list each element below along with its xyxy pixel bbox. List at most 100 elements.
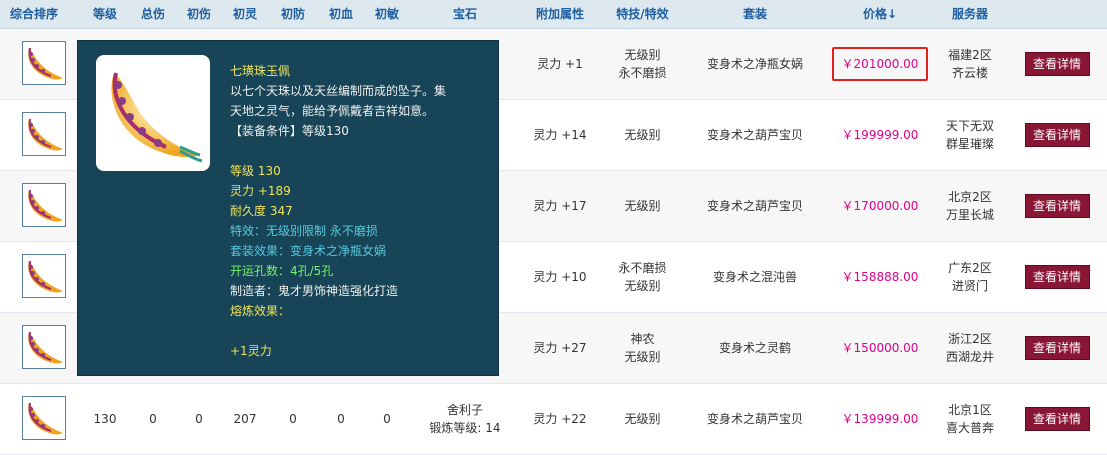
server-name: 齐云楼 [951, 66, 988, 80]
price-value: ￥139999.00 [841, 412, 919, 426]
col-attr: 附加属性 [535, 7, 584, 21]
col-suit: 套装 [742, 7, 767, 21]
cell-effect: 无级别 [600, 171, 685, 241]
col-init-agi: 初敏 [374, 7, 399, 21]
cell-suit: 变身术之灵鹤 [718, 341, 791, 355]
col-effect: 特技/特效 [616, 7, 669, 21]
col-init-def: 初防 [280, 7, 305, 21]
tooltip-line: 开运孔数：4孔/5孔 [230, 264, 334, 278]
cell-price: ￥150000.00 [835, 313, 925, 383]
price-value: ￥170000.00 [841, 199, 919, 213]
cell-suit: 变身术之混沌兽 [712, 270, 797, 284]
cell-attr: 灵力 +17 [533, 199, 587, 213]
price-value: ￥199999.00 [841, 128, 919, 142]
view-details-button[interactable]: 查看详情 [1024, 194, 1090, 218]
cell-init-hp: 0 [337, 412, 345, 426]
effect-1: 无级别 [624, 412, 661, 426]
cell-suit: 变身术之葫芦宝贝 [706, 412, 803, 426]
col-sort[interactable]: 综合排序 [0, 0, 68, 28]
item-thumbnail[interactable] [22, 396, 66, 440]
cell-init-def: 0 [289, 412, 297, 426]
col-init-hp: 初血 [328, 7, 353, 21]
server-region: 北京2区 [948, 190, 992, 204]
tooltip-line: 特效：无级别限制 永不磨损 [230, 224, 378, 238]
tooltip-line: 熔炼效果： [230, 304, 291, 318]
cell-effect: 无级别 永不磨损 [600, 29, 685, 99]
server-name: 喜大普奔 [945, 421, 994, 435]
server-name: 进贤门 [951, 279, 988, 293]
tooltip-line: 七璜珠玉佩 [230, 64, 291, 78]
cell-action: 查看详情 [1022, 384, 1092, 454]
cell-suit: 变身术之净瓶女娲 [706, 57, 803, 71]
cell-attr: 灵力 +22 [533, 412, 587, 426]
effect-2: 永不磨损 [618, 66, 667, 80]
server-name: 万里长城 [945, 208, 994, 222]
cell-price: ￥170000.00 [835, 171, 925, 241]
tooltip-line: 【装备条件】等级130 [230, 124, 349, 138]
view-details-button[interactable]: 查看详情 [1024, 52, 1090, 76]
effect-1: 神农 [630, 332, 655, 346]
col-init-dmg: 初伤 [186, 7, 211, 21]
tooltip-line: 天地之灵气，能给予佩戴者吉祥如意。 [230, 104, 435, 118]
col-price[interactable]: 价格↓ [835, 0, 925, 28]
effect-2: 无级别 [624, 350, 661, 364]
table-row: 130 0 0 207 0 0 0 舍利子 锻炼等级: 14 灵力 +22 无级… [0, 384, 1107, 455]
cell-server: 福建2区 齐云楼 [930, 29, 1010, 99]
tooltip-line [230, 321, 490, 341]
view-details-button[interactable]: 查看详情 [1024, 407, 1090, 431]
cell-attr: 灵力 +14 [533, 128, 587, 142]
item-thumbnail[interactable] [22, 183, 66, 227]
cell-price: ￥199999.00 [835, 100, 925, 170]
item-thumbnail[interactable] [22, 254, 66, 298]
tooltip-line: 以七个天珠以及天丝编制而成的坠子。集 [230, 84, 447, 98]
col-server: 服务器 [951, 7, 988, 21]
cell-attr: 灵力 +10 [533, 270, 587, 284]
cell-action: 查看详情 [1022, 242, 1092, 312]
effect-1: 无级别 [624, 199, 661, 213]
cell-gem: 舍利子 锻炼等级: 14 [410, 384, 520, 454]
effect-1: 无级别 [624, 128, 661, 142]
col-gem: 宝石 [452, 7, 477, 21]
view-details-button[interactable]: 查看详情 [1024, 336, 1090, 360]
item-tooltip: 七璜珠玉佩以七个天珠以及天丝编制而成的坠子。集 天地之灵气，能给予佩戴者吉祥如意。… [77, 40, 499, 376]
cell-effect: 神农 无级别 [600, 313, 685, 383]
tooltip-line: 制造者：鬼才男饰神造强化打造 [230, 284, 399, 298]
effect-2: 无级别 [624, 279, 661, 293]
cell-attr: 灵力 +1 [537, 57, 583, 71]
server-region: 福建2区 [948, 48, 992, 62]
cell-price: ￥158888.00 [835, 242, 925, 312]
gem-level: 锻炼等级: 14 [429, 421, 501, 435]
view-details-button[interactable]: 查看详情 [1024, 123, 1090, 147]
item-thumbnail[interactable] [22, 112, 66, 156]
cell-server: 北京2区 万里长城 [930, 171, 1010, 241]
item-thumbnail[interactable] [22, 325, 66, 369]
cell-server: 浙江2区 西湖龙井 [930, 313, 1010, 383]
server-region: 天下无双 [945, 119, 994, 133]
cell-init-dmg: 0 [195, 412, 203, 426]
view-details-button[interactable]: 查看详情 [1024, 265, 1090, 289]
cell-price: ￥139999.00 [835, 384, 925, 454]
item-thumbnail[interactable] [22, 41, 66, 85]
col-level: 等级 [92, 7, 117, 21]
cell-total: 0 [149, 412, 157, 426]
price-value: ￥201000.00 [831, 47, 929, 81]
server-region: 浙江2区 [948, 332, 992, 346]
cell-level: 130 [93, 412, 117, 426]
cell-effect: 永不磨损 无级别 [600, 242, 685, 312]
server-name: 群星璀璨 [945, 137, 994, 151]
cell-init-agi: 0 [383, 412, 391, 426]
item-image [96, 55, 210, 171]
cell-action: 查看详情 [1022, 171, 1092, 241]
tooltip-line: 灵力 +189 [230, 184, 291, 198]
tooltip-line: 耐久度 347 [230, 204, 293, 218]
table-header: 综合排序 等级 总伤 初伤 初灵 初防 初血 初敏 宝石 附加属性 特技/特效 … [0, 0, 1107, 29]
cell-server: 天下无双 群星璀璨 [930, 100, 1010, 170]
cell-attr: 灵力 +27 [533, 341, 587, 355]
tooltip-line: 套装效果：变身术之净瓶女娲 [230, 244, 387, 258]
cell-server: 广东2区 进贤门 [930, 242, 1010, 312]
cell-effect: 无级别 [600, 100, 685, 170]
cell-price: ￥201000.00 [831, 29, 929, 99]
server-region: 广东2区 [948, 261, 992, 275]
tooltip-line: 等级 130 [230, 164, 281, 178]
col-total: 总伤 [140, 7, 165, 21]
